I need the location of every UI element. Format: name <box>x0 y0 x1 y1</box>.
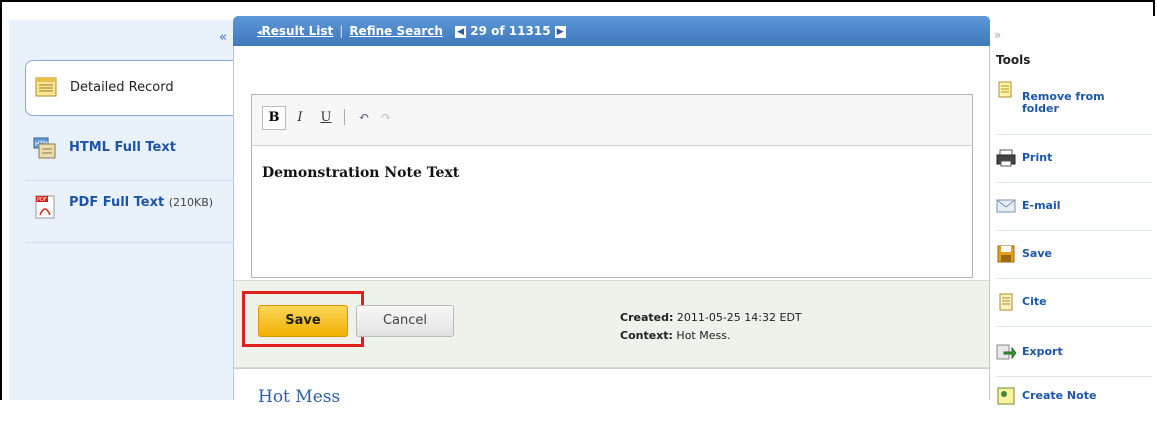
print-icon <box>996 148 1016 168</box>
email-icon <box>996 196 1016 216</box>
html-full-text-icon: HTML <box>33 136 57 160</box>
refine-search-link[interactable]: Refine Search <box>349 24 443 38</box>
tool-cite[interactable]: Cite <box>996 288 1146 328</box>
folder-icon <box>996 80 1016 100</box>
tool-save[interactable]: Save <box>996 240 1146 280</box>
detailed-record-icon <box>34 75 58 99</box>
sidebar-item-label: Detailed Record <box>70 80 174 95</box>
save-button[interactable]: Save <box>258 305 348 337</box>
sidebar-item-label: HTML Full Text <box>69 140 176 155</box>
previous-record-button[interactable]: ◀ <box>455 25 467 38</box>
italic-button[interactable]: I <box>288 106 312 130</box>
sidebar-item-label: PDF Full Text (210KB) <box>69 195 214 210</box>
underline-button[interactable]: U <box>314 106 338 130</box>
note-metadata: Created: 2011-05-25 14:32 EDT Context: H… <box>620 309 802 345</box>
tool-label: Cite <box>1022 295 1047 308</box>
tools-divider <box>996 326 1152 327</box>
export-icon <box>996 342 1017 362</box>
tool-print[interactable]: Print <box>996 144 1146 184</box>
tool-label: Create Note <box>1022 389 1097 402</box>
tools-divider <box>996 134 1152 135</box>
created-label: Created: <box>620 311 674 324</box>
svg-text:PDF: PDF <box>37 197 47 203</box>
tools-panel: » Tools Remove from folder Print E-mail … <box>990 16 1155 405</box>
context-label: Context: <box>620 329 673 342</box>
tools-divider <box>996 230 1152 231</box>
toolbar-divider <box>344 109 345 125</box>
tool-label: Save <box>1022 247 1052 260</box>
collapse-left-button[interactable]: « <box>219 30 227 45</box>
tool-create-note[interactable]: Create Note <box>996 382 1146 422</box>
tools-divider <box>996 376 1152 377</box>
tools-header: Tools <box>996 53 1031 67</box>
main-content: B I U ↶ ↷ Demonstration Note Text Save C… <box>233 46 990 407</box>
tools-divider <box>996 278 1152 279</box>
tool-label: E-mail <box>1022 199 1061 212</box>
tool-label: Remove from folder <box>1022 90 1105 115</box>
tool-remove-from-folder[interactable]: Remove from folder <box>996 80 1146 128</box>
undo-button[interactable]: ↶ <box>352 106 376 130</box>
create-note-icon <box>996 386 1016 406</box>
save-icon <box>996 244 1016 264</box>
result-nav-bar: ◂Result List | Refine Search ◀ 29 of 11315… <box>233 16 990 46</box>
article-section: Hot Mess <box>234 368 989 407</box>
sidebar-item-pdf-full-text[interactable]: PDF PDF Full Text (210KB) <box>25 180 233 229</box>
note-actions-bar: Save Cancel Created: 2011-05-25 14:32 ED… <box>234 280 989 368</box>
pdf-icon: PDF <box>33 195 57 219</box>
article-title[interactable]: Hot Mess <box>258 387 340 407</box>
redo-button[interactable]: ↷ <box>374 106 398 130</box>
nav-separator: | <box>339 24 344 38</box>
note-editor: B I U ↶ ↷ Demonstration Note Text <box>251 94 973 278</box>
record-counter: 29 of 11315 <box>470 24 551 38</box>
cancel-button[interactable]: Cancel <box>356 305 454 337</box>
collapse-right-button[interactable]: » <box>994 28 1001 42</box>
context-value: Hot Mess. <box>672 329 731 342</box>
note-text-area[interactable]: Demonstration Note Text <box>262 165 459 181</box>
sidebar-divider <box>25 242 233 291</box>
tool-label: Export <box>1022 345 1063 358</box>
created-value: 2011-05-25 14:32 EDT <box>673 311 802 324</box>
editor-toolbar: B I U ↶ ↷ <box>252 95 972 146</box>
next-record-button[interactable]: ▶ <box>554 25 566 38</box>
bold-button[interactable]: B <box>262 106 286 130</box>
tool-email[interactable]: E-mail <box>996 192 1146 232</box>
result-list-link[interactable]: ◂Result List <box>257 24 333 38</box>
tool-export[interactable]: Export <box>996 338 1146 378</box>
tools-divider <box>996 182 1152 183</box>
tool-label: Print <box>1022 151 1053 164</box>
left-panel: « Detailed Record HTML HTML Full Text PD… <box>9 20 235 400</box>
sidebar-item-detailed-record[interactable]: Detailed Record <box>25 60 235 116</box>
cite-icon <box>996 292 1016 312</box>
sidebar-item-html-full-text[interactable]: HTML HTML Full Text <box>25 126 233 174</box>
file-size: (210KB) <box>168 196 214 209</box>
